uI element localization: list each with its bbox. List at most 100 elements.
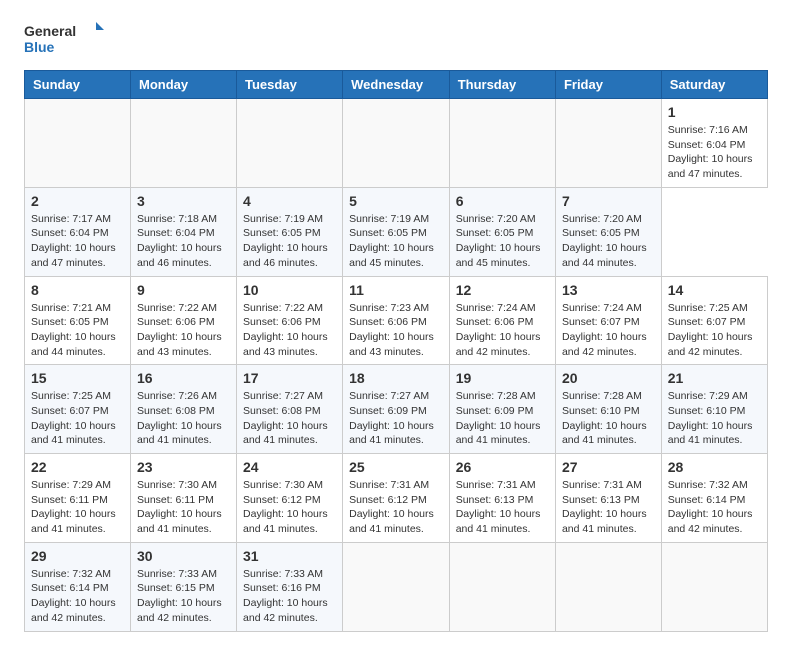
day-info: Sunrise: 7:25 AMSunset: 6:07 PMDaylight:… (31, 389, 124, 448)
day-number: 31 (243, 548, 336, 564)
header-friday: Friday (555, 71, 661, 99)
week-row-5: 29 Sunrise: 7:32 AMSunset: 6:14 PMDayligh… (25, 542, 768, 631)
day-number: 19 (456, 370, 549, 386)
day-info: Sunrise: 7:31 AMSunset: 6:13 PMDaylight:… (456, 478, 549, 537)
day-number: 30 (137, 548, 230, 564)
day-cell-26: 26 Sunrise: 7:31 AMSunset: 6:13 PMDayligh… (449, 454, 555, 543)
day-info: Sunrise: 7:32 AMSunset: 6:14 PMDaylight:… (31, 567, 124, 626)
empty-cell (343, 542, 450, 631)
day-number: 27 (562, 459, 655, 475)
day-info: Sunrise: 7:16 AMSunset: 6:04 PMDaylight:… (668, 123, 761, 182)
day-number: 29 (31, 548, 124, 564)
day-number: 5 (349, 193, 443, 209)
day-info: Sunrise: 7:27 AMSunset: 6:09 PMDaylight:… (349, 389, 443, 448)
day-number: 1 (668, 104, 761, 120)
day-cell-4: 4 Sunrise: 7:19 AMSunset: 6:05 PMDaylight… (237, 187, 343, 276)
day-number: 28 (668, 459, 761, 475)
logo: General Blue (24, 20, 104, 60)
empty-cell (555, 99, 661, 188)
day-info: Sunrise: 7:28 AMSunset: 6:09 PMDaylight:… (456, 389, 549, 448)
day-cell-16: 16Sunrise: 7:26 AMSunset: 6:08 PMDayligh… (130, 365, 236, 454)
page-header: General Blue (24, 20, 768, 60)
header-sunday: Sunday (25, 71, 131, 99)
header-saturday: Saturday (661, 71, 767, 99)
svg-text:General: General (24, 23, 76, 39)
day-info: Sunrise: 7:22 AMSunset: 6:06 PMDaylight:… (137, 301, 230, 360)
day-cell-27: 27 Sunrise: 7:31 AMSunset: 6:13 PMDayligh… (555, 454, 661, 543)
day-number: 22 (31, 459, 124, 475)
day-number: 25 (349, 459, 443, 475)
day-cell-31: 31 Sunrise: 7:33 AMSunset: 6:16 PMDayligh… (237, 542, 343, 631)
day-info: Sunrise: 7:33 AMSunset: 6:16 PMDaylight:… (243, 567, 336, 626)
header-wednesday: Wednesday (343, 71, 450, 99)
day-info: Sunrise: 7:19 AMSunset: 6:05 PMDaylight:… (243, 212, 336, 271)
day-number: 23 (137, 459, 230, 475)
day-info: Sunrise: 7:21 AMSunset: 6:05 PMDaylight:… (31, 301, 124, 360)
week-row-3: 15Sunrise: 7:25 AMSunset: 6:07 PMDayligh… (25, 365, 768, 454)
day-number: 12 (456, 282, 549, 298)
empty-cell (237, 99, 343, 188)
day-number: 10 (243, 282, 336, 298)
day-cell-10: 10 Sunrise: 7:22 AMSunset: 6:06 PMDayligh… (237, 276, 343, 365)
day-info: Sunrise: 7:31 AMSunset: 6:13 PMDaylight:… (562, 478, 655, 537)
day-cell-6: 6Sunrise: 7:20 AMSunset: 6:05 PMDaylight… (449, 187, 555, 276)
day-info: Sunrise: 7:19 AMSunset: 6:05 PMDaylight:… (349, 212, 443, 271)
day-cell-24: 24Sunrise: 7:30 AMSunset: 6:12 PMDayligh… (237, 454, 343, 543)
day-number: 17 (243, 370, 336, 386)
day-info: Sunrise: 7:20 AMSunset: 6:05 PMDaylight:… (562, 212, 655, 271)
day-number: 2 (31, 193, 124, 209)
day-info: Sunrise: 7:32 AMSunset: 6:14 PMDaylight:… (668, 478, 761, 537)
day-cell-15: 15Sunrise: 7:25 AMSunset: 6:07 PMDayligh… (25, 365, 131, 454)
day-cell-12: 12 Sunrise: 7:24 AMSunset: 6:06 PMDayligh… (449, 276, 555, 365)
empty-cell (555, 542, 661, 631)
day-cell-7: 7 Sunrise: 7:20 AMSunset: 6:05 PMDaylight… (555, 187, 661, 276)
day-number: 6 (456, 193, 549, 209)
day-cell-17: 17Sunrise: 7:27 AMSunset: 6:08 PMDayligh… (237, 365, 343, 454)
day-info: Sunrise: 7:28 AMSunset: 6:10 PMDaylight:… (562, 389, 655, 448)
day-info: Sunrise: 7:29 AMSunset: 6:11 PMDaylight:… (31, 478, 124, 537)
day-number: 26 (456, 459, 549, 475)
day-info: Sunrise: 7:26 AMSunset: 6:08 PMDaylight:… (137, 389, 230, 448)
day-cell-30: 30 Sunrise: 7:33 AMSunset: 6:15 PMDayligh… (130, 542, 236, 631)
day-number: 9 (137, 282, 230, 298)
day-info: Sunrise: 7:24 AMSunset: 6:07 PMDaylight:… (562, 301, 655, 360)
empty-cell (449, 99, 555, 188)
day-cell-21: 21 Sunrise: 7:29 AMSunset: 6:10 PMDayligh… (661, 365, 767, 454)
day-info: Sunrise: 7:31 AMSunset: 6:12 PMDaylight:… (349, 478, 443, 537)
week-row-0: 1 Sunrise: 7:16 AMSunset: 6:04 PMDaylight… (25, 99, 768, 188)
empty-cell (130, 99, 236, 188)
empty-cell (661, 542, 767, 631)
logo-svg: General Blue (24, 20, 104, 60)
day-info: Sunrise: 7:33 AMSunset: 6:15 PMDaylight:… (137, 567, 230, 626)
day-cell-8: 8 Sunrise: 7:21 AMSunset: 6:05 PMDaylight… (25, 276, 131, 365)
day-cell-28: 28 Sunrise: 7:32 AMSunset: 6:14 PMDayligh… (661, 454, 767, 543)
day-number: 14 (668, 282, 761, 298)
day-cell-9: 9 Sunrise: 7:22 AMSunset: 6:06 PMDaylight… (130, 276, 236, 365)
day-number: 4 (243, 193, 336, 209)
day-number: 7 (562, 193, 655, 209)
day-info: Sunrise: 7:17 AMSunset: 6:04 PMDaylight:… (31, 212, 124, 271)
day-info: Sunrise: 7:30 AMSunset: 6:12 PMDaylight:… (243, 478, 336, 537)
day-number: 8 (31, 282, 124, 298)
day-cell-11: 11Sunrise: 7:23 AMSunset: 6:06 PMDayligh… (343, 276, 450, 365)
day-cell-14: 14Sunrise: 7:25 AMSunset: 6:07 PMDayligh… (661, 276, 767, 365)
calendar-header-row: SundayMondayTuesdayWednesdayThursdayFrid… (25, 71, 768, 99)
day-info: Sunrise: 7:18 AMSunset: 6:04 PMDaylight:… (137, 212, 230, 271)
calendar-body: 1 Sunrise: 7:16 AMSunset: 6:04 PMDaylight… (25, 99, 768, 632)
day-number: 21 (668, 370, 761, 386)
day-number: 18 (349, 370, 443, 386)
day-cell-13: 13 Sunrise: 7:24 AMSunset: 6:07 PMDayligh… (555, 276, 661, 365)
day-cell-5: 5 Sunrise: 7:19 AMSunset: 6:05 PMDaylight… (343, 187, 450, 276)
week-row-2: 8 Sunrise: 7:21 AMSunset: 6:05 PMDaylight… (25, 276, 768, 365)
empty-cell (449, 542, 555, 631)
day-cell-25: 25 Sunrise: 7:31 AMSunset: 6:12 PMDayligh… (343, 454, 450, 543)
empty-cell (25, 99, 131, 188)
day-cell-29: 29 Sunrise: 7:32 AMSunset: 6:14 PMDayligh… (25, 542, 131, 631)
day-cell-2: 2 Sunrise: 7:17 AMSunset: 6:04 PMDaylight… (25, 187, 131, 276)
day-info: Sunrise: 7:29 AMSunset: 6:10 PMDaylight:… (668, 389, 761, 448)
day-number: 13 (562, 282, 655, 298)
day-cell-18: 18 Sunrise: 7:27 AMSunset: 6:09 PMDayligh… (343, 365, 450, 454)
day-info: Sunrise: 7:22 AMSunset: 6:06 PMDaylight:… (243, 301, 336, 360)
day-info: Sunrise: 7:24 AMSunset: 6:06 PMDaylight:… (456, 301, 549, 360)
svg-text:Blue: Blue (24, 39, 55, 55)
